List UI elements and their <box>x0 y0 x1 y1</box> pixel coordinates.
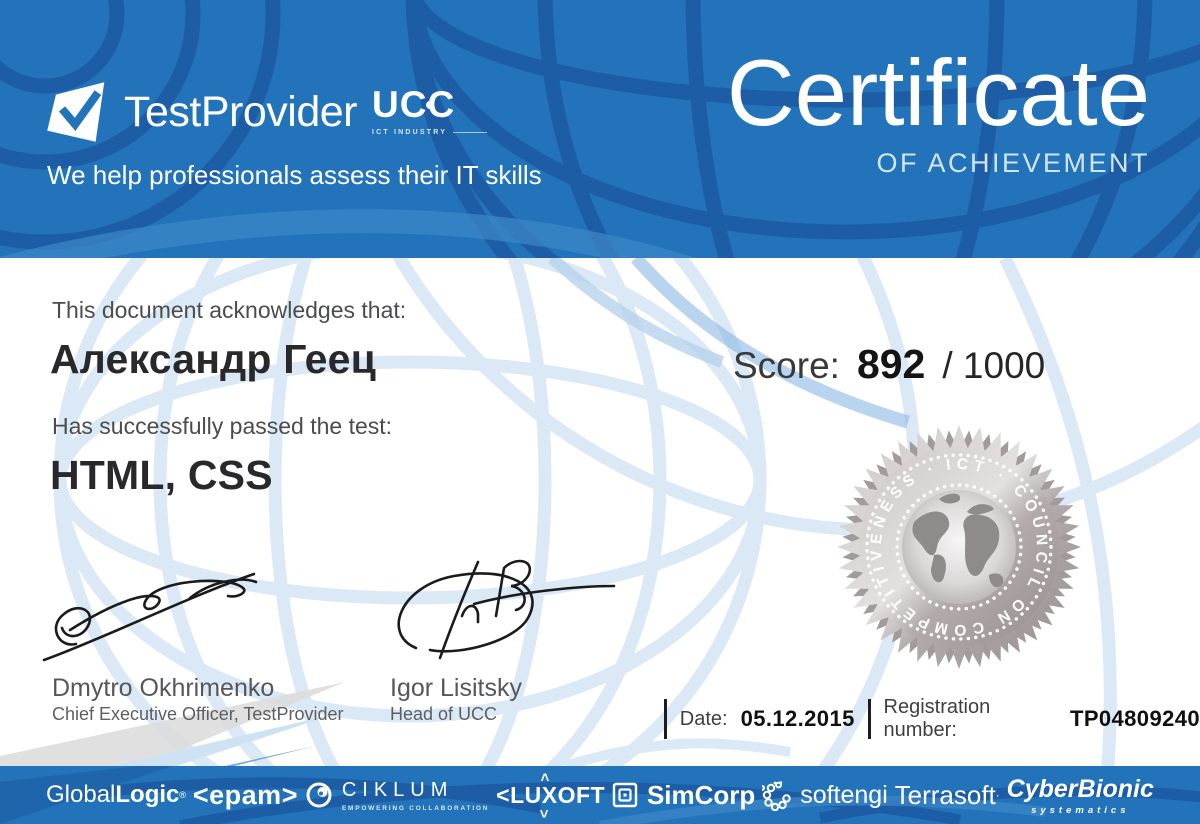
partner-logos: Global Logic ® <epam> CIKLUM EMPOWERING CO… <box>0 766 1200 824</box>
date-label: Date: <box>679 707 728 730</box>
signer-1-name: Dmytro Okhrimenko <box>52 674 275 702</box>
tagline: We help professionals assess their IT sk… <box>47 160 542 190</box>
ucc-logo: UCC ICT INDUSTRY <box>372 86 488 136</box>
globallogic-logo: Global Logic ® <box>46 781 186 809</box>
ucc-divider <box>453 132 488 133</box>
caret-down-icon: < <box>536 808 554 818</box>
luxoft-text: LUXOFT <box>510 781 606 808</box>
softengi-text: softengi <box>800 780 888 809</box>
signature-okhrimenko <box>42 572 258 662</box>
passed-label: Has successfully passed the test: <box>52 413 393 439</box>
meta-row: Date: 05.12.2015 Registration number: TP… <box>664 696 1200 741</box>
signer-2-name: Igor Lisitsky <box>390 674 522 702</box>
ciklum-logo: CIKLUM EMPOWERING COLLABORATION <box>305 779 489 812</box>
brand-name: TestProvider <box>124 87 357 136</box>
ciklum-circle-icon <box>306 782 332 808</box>
simcorp-text: SimCorp <box>646 779 756 810</box>
epam-logo: <epam> <box>193 780 298 811</box>
ict-council-seal: ICT · COUNCIL ON COMPETITIVENESS · <box>837 425 1081 669</box>
date-value: 05.12.2015 <box>740 706 855 731</box>
certificate-title: Certificate <box>726 40 1150 145</box>
score-value: 892 <box>856 341 926 387</box>
globallogic-text-1: Global <box>46 781 116 808</box>
globallogic-text-2: Logic <box>115 781 180 808</box>
registered-mark: ® <box>179 790 187 800</box>
softengi-molecule-icon <box>762 780 791 811</box>
signer-1-title: Chief Executive Officer, TestProvider <box>52 704 344 724</box>
recipient-name: Александр Геец <box>50 336 376 382</box>
luxoft-logo: < < LUXOFT < <box>496 772 606 817</box>
signer-2-title: Head of UCC <box>390 704 498 724</box>
cyberbionic-text: CyberBionic <box>1006 774 1154 803</box>
terrasoft-mark: · <box>995 788 1000 802</box>
ciklum-subtext: EMPOWERING COLLABORATION <box>341 804 490 812</box>
divider <box>664 699 667 739</box>
testprovider-check-icon <box>47 82 105 142</box>
terrasoft-text: Terrasoft <box>894 779 996 810</box>
cyberbionic-subtext: systematics <box>1031 804 1130 816</box>
divider <box>867 699 871 739</box>
brand-logo: TestProvider <box>46 72 357 152</box>
terrasoft-logo: Terrasoft · <box>895 780 1000 811</box>
certificate-page: TestProvider UCC ICT INDUSTRY We help pr… <box>0 0 1200 824</box>
ucc-subtitle: ICT INDUSTRY <box>372 129 448 136</box>
acknowledge-label: This document acknowledges that: <box>52 297 407 323</box>
chevron-left-icon: < <box>496 781 511 808</box>
footer-band: Global Logic ® <epam> CIKLUM EMPOWERING CO… <box>0 766 1200 824</box>
registration-label: Registration number: <box>883 696 991 741</box>
caret-up-icon: < <box>536 772 554 782</box>
ciklum-text: CIKLUM <box>341 778 454 801</box>
score-total: / 1000 <box>942 345 1046 386</box>
score-label: Score: <box>733 345 840 386</box>
softengi-logo: softengi <box>762 780 888 811</box>
score-row: Score: 892 / 1000 <box>733 341 1045 388</box>
epam-text: <epam> <box>192 779 298 810</box>
registration-value: TP04809240 <box>1069 706 1200 731</box>
test-name: HTML, CSS <box>50 452 273 498</box>
signature-lisitsky <box>397 559 616 660</box>
certificate-title-block: Certificate OF ACHIEVEMENT <box>727 42 1150 179</box>
cyberbionic-logo: CyberBionic systematics <box>1007 775 1154 816</box>
simcorp-logo: SimCorp <box>612 780 755 811</box>
seal-globe-icon <box>902 490 1016 604</box>
certificate-subtitle: OF ACHIEVEMENT <box>876 147 1150 178</box>
header-band: TestProvider UCC ICT INDUSTRY We help pr… <box>0 0 1200 258</box>
simcorp-square-icon <box>612 782 638 808</box>
